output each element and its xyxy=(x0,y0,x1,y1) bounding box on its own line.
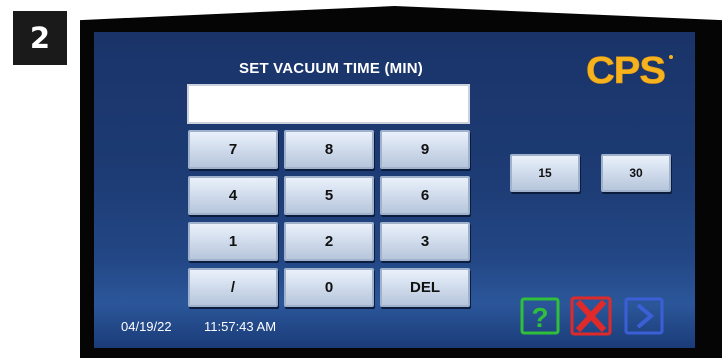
step-number-badge: 2 xyxy=(13,11,67,65)
page-title: SET VACUUM TIME (MIN) xyxy=(239,60,423,77)
key-6[interactable]: 6 xyxy=(380,176,470,215)
key-5[interactable]: 5 xyxy=(284,176,374,215)
next-button[interactable] xyxy=(623,296,665,336)
help-icon: ? xyxy=(520,297,560,335)
status-date: 04/19/22 xyxy=(121,319,172,334)
key-7[interactable]: 7 xyxy=(188,130,278,169)
key-8[interactable]: 8 xyxy=(284,130,374,169)
key-slash[interactable]: / xyxy=(188,268,278,307)
key-1[interactable]: 1 xyxy=(188,222,278,261)
svg-text:?: ? xyxy=(531,302,548,333)
status-time: 11:57:43 AM xyxy=(204,319,277,334)
key-del[interactable]: DEL xyxy=(380,268,470,307)
key-3[interactable]: 3 xyxy=(380,222,470,261)
touch-screen: SET VACUUM TIME (MIN) CPS 7 8 9 4 5 6 1 … xyxy=(94,32,695,348)
preset-15-button[interactable]: 15 xyxy=(510,154,580,192)
help-button[interactable]: ? xyxy=(519,296,561,336)
key-4[interactable]: 4 xyxy=(188,176,278,215)
cancel-button[interactable] xyxy=(570,296,612,336)
cancel-icon xyxy=(570,296,612,336)
next-icon xyxy=(624,297,664,335)
key-9[interactable]: 9 xyxy=(380,130,470,169)
vacuum-time-input[interactable] xyxy=(187,84,470,124)
key-0[interactable]: 0 xyxy=(284,268,374,307)
key-2[interactable]: 2 xyxy=(284,222,374,261)
logo-text: CPS xyxy=(586,50,665,90)
preset-30-button[interactable]: 30 xyxy=(601,154,671,192)
cps-logo: CPS xyxy=(586,50,673,90)
